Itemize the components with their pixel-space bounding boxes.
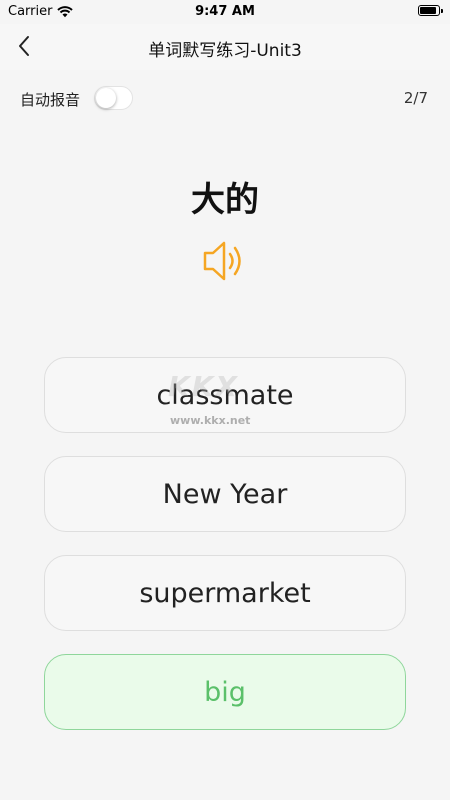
- question-word: 大的: [191, 180, 259, 220]
- speaker-icon: [203, 241, 241, 281]
- auto-play-label: 自动报音: [20, 91, 81, 109]
- back-button[interactable]: [10, 32, 38, 60]
- status-time: 9:47 AM: [195, 4, 255, 19]
- chevron-left-icon: [19, 36, 29, 56]
- nav-bar: 单词默写练习-Unit3: [0, 24, 450, 70]
- progress-counter: 2/7: [403, 89, 428, 107]
- page-title: 单词默写练习-Unit3: [148, 41, 302, 61]
- play-sound-button[interactable]: [200, 238, 250, 284]
- answer-option-classmate[interactable]: classmate: [44, 357, 406, 433]
- status-bar: Carrier 9:47 AM: [0, 0, 450, 24]
- auto-play-toggle[interactable]: [94, 86, 133, 110]
- settings-row: 自动报音 2/7: [0, 80, 450, 116]
- battery-fill: [420, 7, 436, 14]
- answer-option-supermarket[interactable]: supermarket: [44, 555, 406, 631]
- answer-option-new-year[interactable]: New Year: [44, 456, 406, 532]
- toggle-knob: [96, 88, 116, 108]
- answer-option-big-selected[interactable]: big: [44, 654, 406, 730]
- battery-icon: [418, 5, 443, 16]
